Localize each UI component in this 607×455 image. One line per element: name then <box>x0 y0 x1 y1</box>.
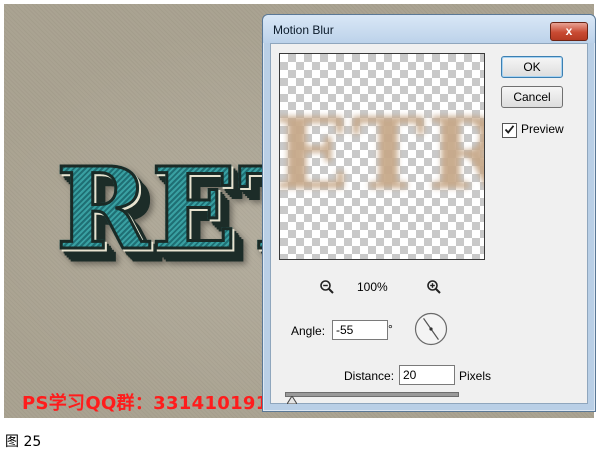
close-icon: x <box>565 24 573 38</box>
zoom-controls: 100% <box>319 279 449 295</box>
angle-input[interactable] <box>332 320 388 340</box>
checkmark-icon <box>504 125 515 134</box>
dialog-title: Motion Blur <box>273 23 334 37</box>
zoom-level: 100% <box>357 280 388 294</box>
preview-checkbox[interactable] <box>502 123 517 138</box>
dialog-titlebar[interactable]: Motion Blur x <box>263 15 595 43</box>
blurred-preview-text: ETR <box>279 97 484 212</box>
distance-slider-thumb[interactable] <box>286 396 297 404</box>
watermark-text: PS学习QQ群：331410191 <box>22 393 269 414</box>
angle-label: Angle: <box>291 324 326 338</box>
ok-button[interactable]: OK <box>501 56 563 78</box>
distance-slider-track[interactable] <box>285 392 459 397</box>
distance-label: Distance: <box>344 369 395 383</box>
figure-caption: 图 25 <box>5 434 42 450</box>
distance-input[interactable] <box>399 365 455 385</box>
close-button[interactable]: x <box>550 22 588 41</box>
angle-dial[interactable] <box>414 312 448 346</box>
preview-label: Preview <box>521 122 564 136</box>
distance-unit: Pixels <box>459 369 492 383</box>
degree-symbol: ° <box>388 322 393 336</box>
filter-preview-pane[interactable]: ETR <box>279 53 485 260</box>
zoom-out-icon[interactable] <box>319 279 335 295</box>
motion-blur-dialog: Motion Blur x ETR 100% OK Cancel <box>262 14 596 412</box>
zoom-in-icon[interactable] <box>426 279 442 295</box>
cancel-button[interactable]: Cancel <box>501 86 563 108</box>
dialog-body: ETR 100% OK Cancel Preview Angle: <box>270 43 588 404</box>
